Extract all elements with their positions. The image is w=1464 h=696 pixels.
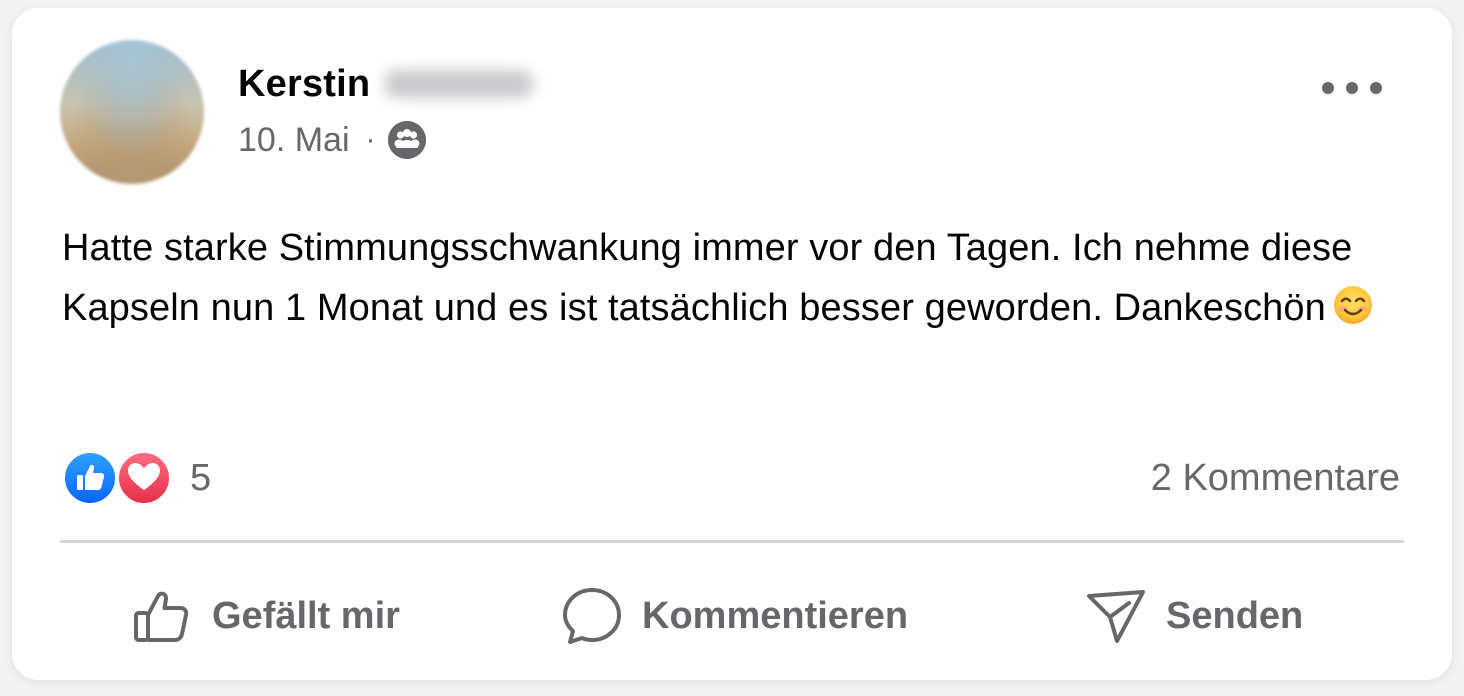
love-reaction-icon — [116, 450, 172, 506]
like-button[interactable]: Gefällt mir — [130, 574, 400, 658]
reaction-icons — [62, 448, 174, 508]
send-button-label: Senden — [1166, 594, 1304, 637]
action-bar: Gefällt mir Kommentieren Senden — [12, 574, 1452, 658]
reaction-count: 5 — [190, 456, 212, 499]
send-button[interactable]: Senden — [1084, 574, 1303, 658]
meta-separator: · — [365, 123, 376, 156]
author-row: Kerstin — [238, 62, 535, 106]
speech-bubble-icon — [560, 584, 624, 648]
like-reaction-icon — [62, 450, 118, 506]
comments-count-link[interactable]: 2 Kommentare — [1151, 448, 1400, 508]
group-audience-icon[interactable] — [387, 121, 426, 159]
send-arrow-icon — [1084, 584, 1148, 648]
comment-button-label: Kommentieren — [642, 594, 909, 637]
like-button-label: Gefällt mir — [212, 594, 400, 637]
post-body: Hatte starke Stimmungsschwankung immer v… — [62, 218, 1402, 344]
thumbs-up-icon — [130, 584, 194, 648]
post-date[interactable]: 10. Mai — [238, 121, 350, 160]
more-dot-icon — [1370, 82, 1382, 94]
more-dot-icon — [1322, 82, 1334, 94]
redacted-surname — [384, 70, 535, 98]
post-meta: 10. Mai · — [238, 120, 426, 160]
smiling-face-emoji-icon — [1332, 284, 1374, 344]
comment-button[interactable]: Kommentieren — [560, 574, 908, 658]
author-name[interactable]: Kerstin — [238, 63, 370, 106]
divider — [60, 540, 1404, 543]
post-text: Hatte starke Stimmungsschwankung immer v… — [62, 227, 1353, 329]
reactions-summary[interactable]: 5 — [62, 448, 211, 508]
more-options-button[interactable] — [1322, 70, 1382, 106]
post-card: Kerstin 10. Mai · Hatte starke Stimmungs… — [12, 8, 1452, 680]
author-avatar[interactable] — [60, 40, 204, 184]
more-dot-icon — [1346, 82, 1358, 94]
